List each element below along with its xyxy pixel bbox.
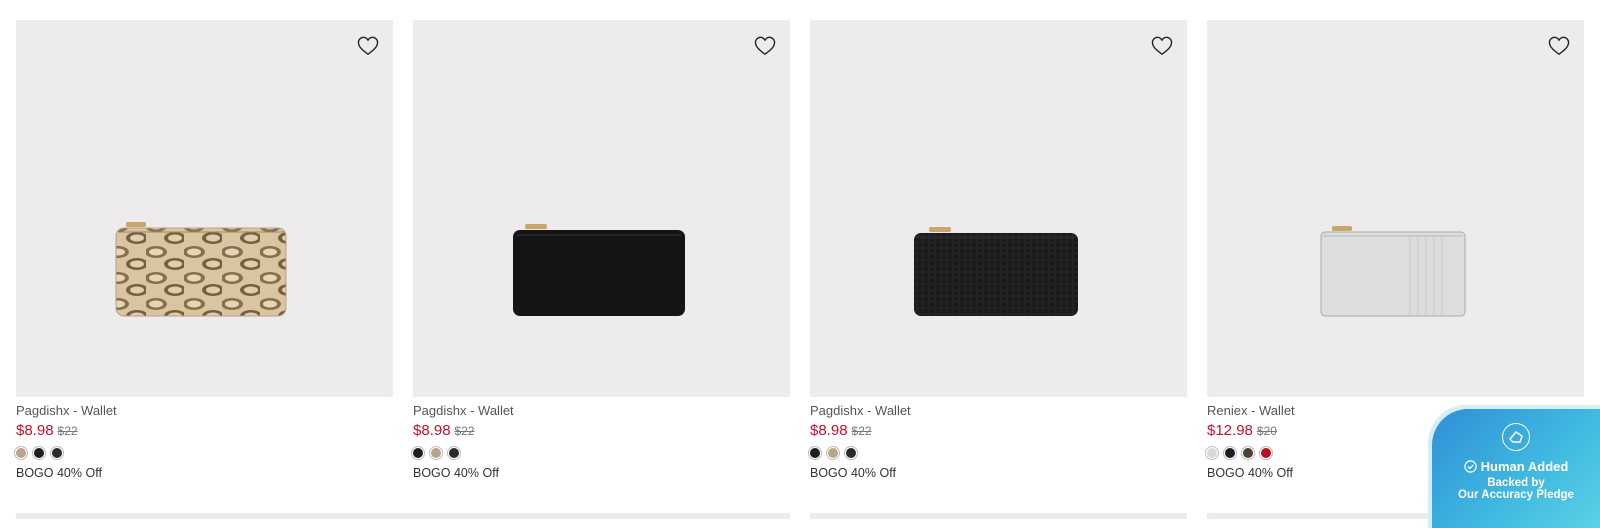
badge-line1: Backed by: [1487, 477, 1545, 489]
product-name[interactable]: Pagdishx - Wallet: [413, 403, 790, 419]
color-swatch[interactable]: [1243, 448, 1253, 458]
product-card[interactable]: Pagdishx - Wallet $8.98 $22 BOGO 40% Off: [413, 20, 790, 480]
heart-icon[interactable]: [357, 36, 379, 56]
color-swatches: [16, 446, 393, 460]
color-swatch[interactable]: [846, 448, 856, 458]
original-price: $22: [454, 424, 475, 438]
price-row: $8.98 $22: [413, 422, 790, 440]
product-image[interactable]: [16, 20, 393, 397]
heart-icon[interactable]: [1548, 36, 1570, 56]
color-swatch[interactable]: [413, 448, 423, 458]
price-row: $8.98 $22: [16, 422, 393, 440]
next-row-card-top: [1207, 513, 1432, 519]
next-row-card-top: [16, 513, 790, 519]
sale-price: $8.98: [413, 422, 451, 439]
color-swatch[interactable]: [431, 448, 441, 458]
white-cardholder-icon: [1320, 226, 1466, 317]
accuracy-pledge-badge[interactable]: Human Added Backed by Our Accuracy Pledg…: [1432, 409, 1600, 528]
color-swatch[interactable]: [1207, 448, 1217, 458]
next-row-card-top: [810, 513, 1187, 519]
promo-label: BOGO 40% Off: [810, 466, 896, 480]
black-wallet-icon: [513, 224, 685, 316]
original-price: $22: [57, 424, 78, 438]
badge-line2: Our Accuracy Pledge: [1458, 489, 1574, 501]
snakeskin-wallet-icon: [115, 222, 287, 317]
color-swatch[interactable]: [828, 448, 838, 458]
color-swatch[interactable]: [1225, 448, 1235, 458]
product-grid: Pagdishx - Wallet $8.98 $22 BOGO 40% Off …: [16, 20, 1584, 480]
product-image[interactable]: [413, 20, 790, 397]
product-image[interactable]: [810, 20, 1187, 397]
badge-subtitle: Backed by Our Accuracy Pledge: [1432, 477, 1600, 501]
original-price: $22: [851, 424, 872, 438]
black-croc-wallet-icon: [914, 227, 1078, 316]
original-price: $20: [1256, 424, 1277, 438]
color-swatch[interactable]: [16, 448, 26, 458]
promo-label: BOGO 40% Off: [413, 466, 499, 480]
sale-price: $8.98: [16, 422, 54, 439]
sale-price: $8.98: [810, 422, 848, 439]
color-swatch[interactable]: [449, 448, 459, 458]
sale-price: $12.98: [1207, 422, 1253, 439]
check-circle-icon: [1463, 460, 1477, 473]
promo-label: BOGO 40% Off: [16, 466, 102, 480]
badge-title-text: Human Added: [1480, 459, 1569, 474]
heart-icon[interactable]: [1151, 36, 1173, 56]
color-swatches: [413, 446, 790, 460]
product-card[interactable]: Pagdishx - Wallet $8.98 $22 BOGO 40% Off: [16, 20, 393, 480]
color-swatch[interactable]: [810, 448, 820, 458]
product-card[interactable]: Pagdishx - Wallet $8.98 $22 BOGO 40% Off: [810, 20, 1187, 480]
product-name[interactable]: Pagdishx - Wallet: [16, 403, 393, 419]
heart-icon[interactable]: [754, 36, 776, 56]
color-swatches: [810, 446, 1187, 460]
color-swatch[interactable]: [1261, 448, 1271, 458]
product-image[interactable]: [1207, 20, 1584, 397]
price-row: $8.98 $22: [810, 422, 1187, 440]
color-swatch[interactable]: [34, 448, 44, 458]
badge-title: Human Added: [1432, 459, 1600, 474]
color-swatch[interactable]: [52, 448, 62, 458]
product-name[interactable]: Pagdishx - Wallet: [810, 403, 1187, 419]
badge-logo-icon: [1502, 423, 1530, 451]
